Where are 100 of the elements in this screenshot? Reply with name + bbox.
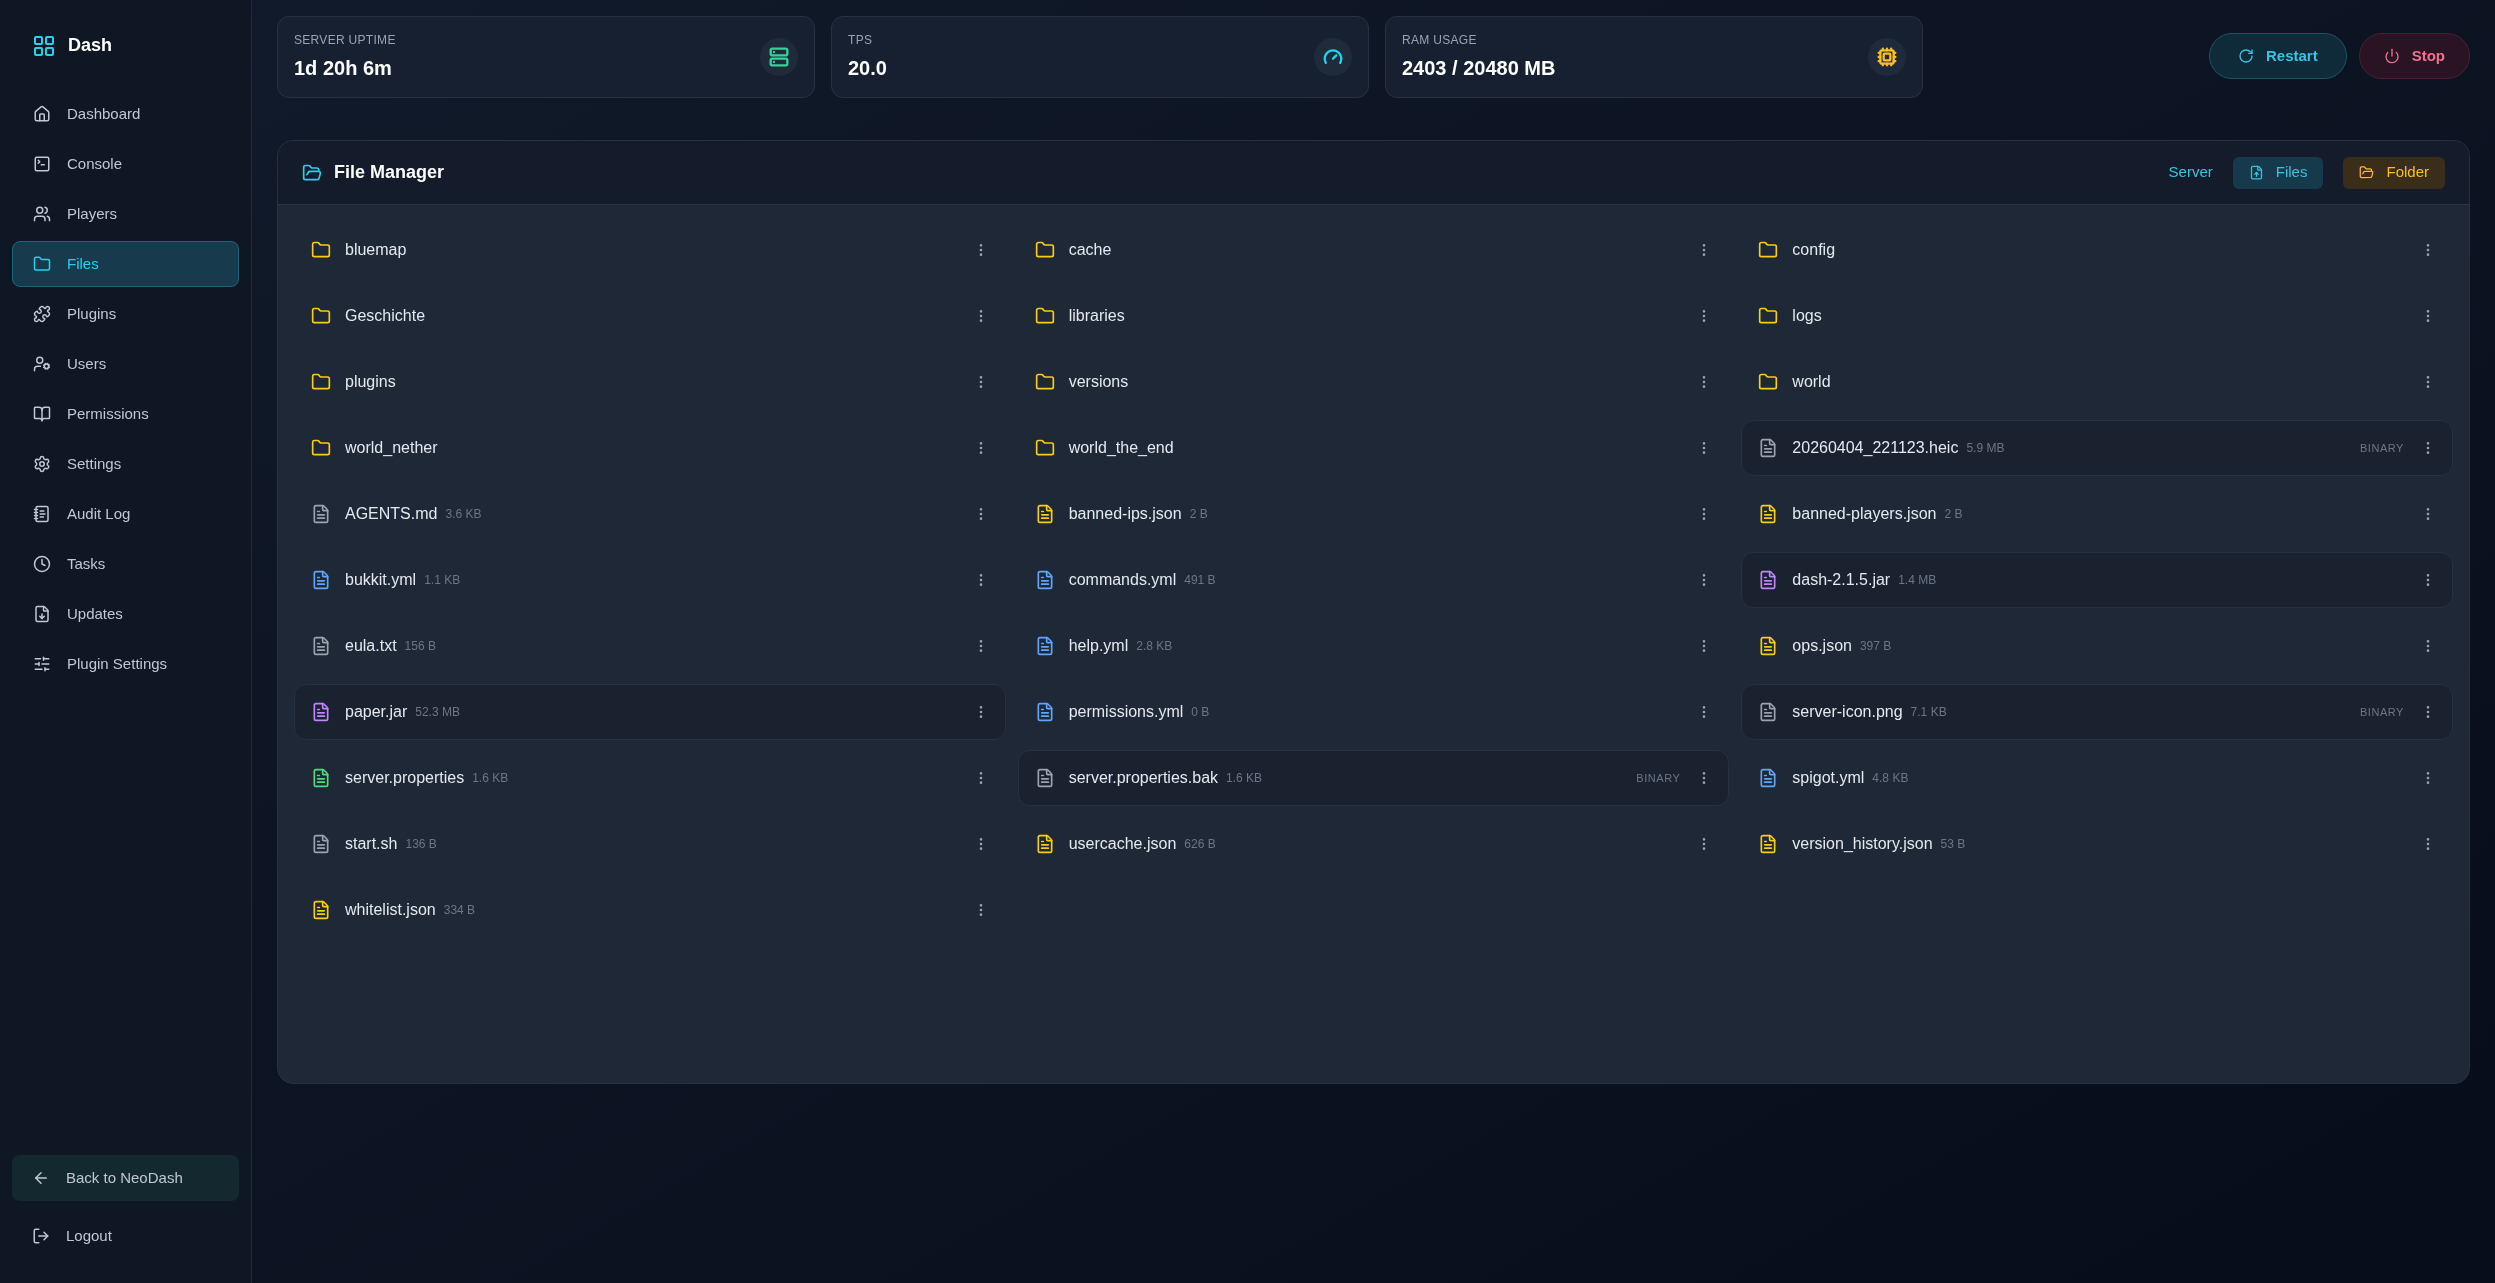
file-name: world_the_end xyxy=(1068,438,1174,458)
file-size: 136 B xyxy=(405,836,437,853)
nav-item[interactable]: Users xyxy=(12,341,239,387)
binary-label: BINARY xyxy=(2359,704,2404,720)
nav-item[interactable]: Updates xyxy=(12,591,239,637)
file-size: 53 B xyxy=(1940,836,1966,853)
file-row[interactable]: help.yml 2.8 KB xyxy=(1017,618,1730,674)
file-size: 491 B xyxy=(1184,572,1216,589)
file-name: world xyxy=(1792,372,1831,392)
file-row[interactable]: AGENTS.md 3.6 KB xyxy=(294,486,1006,542)
file-row[interactable]: whitelist.json 334 B xyxy=(294,882,1006,938)
logout-icon xyxy=(32,1227,50,1245)
file-name: eula.txt xyxy=(345,636,397,656)
nav-item[interactable]: Plugins xyxy=(12,291,239,337)
nav-item[interactable]: Files xyxy=(12,241,239,287)
file-name: ops.json xyxy=(1792,636,1852,656)
stat-value: 1d 20h 6m xyxy=(294,56,393,81)
folder-open-icon xyxy=(302,162,322,183)
file-row[interactable]: world xyxy=(1741,354,2453,410)
file-name: plugins xyxy=(345,372,396,392)
upload-file-icon xyxy=(2248,165,2264,180)
file-name: paper.jar xyxy=(345,702,408,722)
file-size: 5.9 MB xyxy=(1966,440,2005,457)
file-row[interactable]: banned-ips.json 2 B xyxy=(1017,486,1730,542)
file-name: libraries xyxy=(1068,306,1125,326)
file-row[interactable]: bukkit.yml 1.1 KB xyxy=(294,552,1006,608)
clock-icon xyxy=(33,555,51,573)
logout-button[interactable]: Logout xyxy=(12,1213,239,1259)
file-row[interactable]: libraries xyxy=(1017,288,1730,344)
new-folder-button[interactable]: Folder xyxy=(2343,156,2445,189)
home-icon xyxy=(33,105,51,123)
restart-button[interactable]: Restart xyxy=(2209,33,2347,79)
stat-label: RAM USAGE xyxy=(1402,32,1478,49)
file-row[interactable]: world_the_end xyxy=(1017,420,1730,476)
sliders-icon xyxy=(33,655,51,673)
terminal-icon xyxy=(33,155,51,173)
notebook-icon xyxy=(33,505,51,523)
nav-item[interactable]: Audit Log xyxy=(12,491,239,537)
file-name: bluemap xyxy=(345,240,407,260)
nav-item[interactable]: Settings xyxy=(12,441,239,487)
settings-icon xyxy=(33,455,51,473)
download-file-icon xyxy=(33,605,51,623)
file-row[interactable]: version_history.json 53 B xyxy=(1741,816,2453,872)
user-gear-icon xyxy=(33,355,51,373)
file-name: banned-players.json xyxy=(1792,504,1937,524)
file-row[interactable]: versions xyxy=(1017,354,1730,410)
file-size: 2.8 KB xyxy=(1136,638,1173,655)
nav-item[interactable]: Players xyxy=(12,191,239,237)
breadcrumb-link[interactable]: Server xyxy=(2168,161,2213,184)
file-row[interactable]: banned-players.json 2 B xyxy=(1741,486,2453,542)
binary-label: BINARY xyxy=(2359,440,2404,456)
stat-label: TPS xyxy=(848,32,874,49)
file-size: 1.1 KB xyxy=(424,572,461,589)
nav-item[interactable]: Dashboard xyxy=(12,91,239,137)
file-row[interactable]: logs xyxy=(1741,288,2453,344)
nav-item[interactable]: Plugin Settings xyxy=(12,641,239,687)
file-row[interactable]: paper.jar 52.3 MB xyxy=(294,684,1006,740)
stat-label: SERVER UPTIME xyxy=(294,32,396,49)
file-row[interactable]: bluemap xyxy=(294,222,1006,278)
file-name: usercache.json xyxy=(1068,834,1177,854)
file-size: 334 B xyxy=(443,902,476,919)
back-button[interactable]: Back to NeoDash xyxy=(12,1155,239,1201)
file-row[interactable]: world_nether xyxy=(294,420,1006,476)
file-row[interactable]: server-icon.png 7.1 KB BINARY xyxy=(1741,684,2453,740)
refresh-icon xyxy=(2238,48,2254,64)
file-size: 156 B xyxy=(404,638,436,655)
file-name: bukkit.yml xyxy=(345,570,417,590)
file-row[interactable]: cache xyxy=(1017,222,1730,278)
file-row[interactable]: ops.json 397 B xyxy=(1741,618,2453,674)
file-row[interactable]: server.properties.bak 1.6 KB BINARY xyxy=(1017,750,1730,806)
file-row[interactable]: server.properties 1.6 KB xyxy=(294,750,1006,806)
binary-label: BINARY xyxy=(1636,770,1681,786)
file-row[interactable]: 20260404_221123.heic 5.9 MB BINARY xyxy=(1741,420,2453,476)
stop-button[interactable]: Stop xyxy=(2358,33,2470,79)
file-name: server.properties xyxy=(345,768,465,788)
file-row[interactable]: spigot.yml 4.8 KB xyxy=(1741,750,2453,806)
file-name: start.sh xyxy=(345,834,398,854)
upload-files-button[interactable]: Files xyxy=(2232,156,2324,189)
file-row[interactable]: dash-2.1.5.jar 1.4 MB xyxy=(1741,552,2453,608)
file-row[interactable]: start.sh 136 B xyxy=(294,816,1006,872)
file-row[interactable]: config xyxy=(1741,222,2453,278)
logo-icon xyxy=(32,33,56,58)
file-row[interactable]: usercache.json 626 B xyxy=(1017,816,1730,872)
file-size: 1.6 KB xyxy=(472,770,509,787)
file-row[interactable]: Geschichte xyxy=(294,288,1006,344)
file-row[interactable]: eula.txt 156 B xyxy=(294,618,1006,674)
file-size: 397 B xyxy=(1859,638,1892,655)
nav-item[interactable]: Permissions xyxy=(12,391,239,437)
file-size: 1.4 MB xyxy=(1898,572,1937,589)
file-name: config xyxy=(1792,240,1836,260)
file-size: 52.3 MB xyxy=(415,704,460,721)
file-name: permissions.yml xyxy=(1068,702,1184,722)
file-name: server-icon.png xyxy=(1792,702,1903,722)
folder-icon xyxy=(33,255,51,273)
file-row[interactable]: commands.yml 491 B xyxy=(1017,552,1730,608)
file-name: server.properties.bak xyxy=(1068,768,1219,788)
nav-item[interactable]: Console xyxy=(12,141,239,187)
nav-item[interactable]: Tasks xyxy=(12,541,239,587)
file-row[interactable]: permissions.yml 0 B xyxy=(1017,684,1730,740)
file-row[interactable]: plugins xyxy=(294,354,1006,410)
